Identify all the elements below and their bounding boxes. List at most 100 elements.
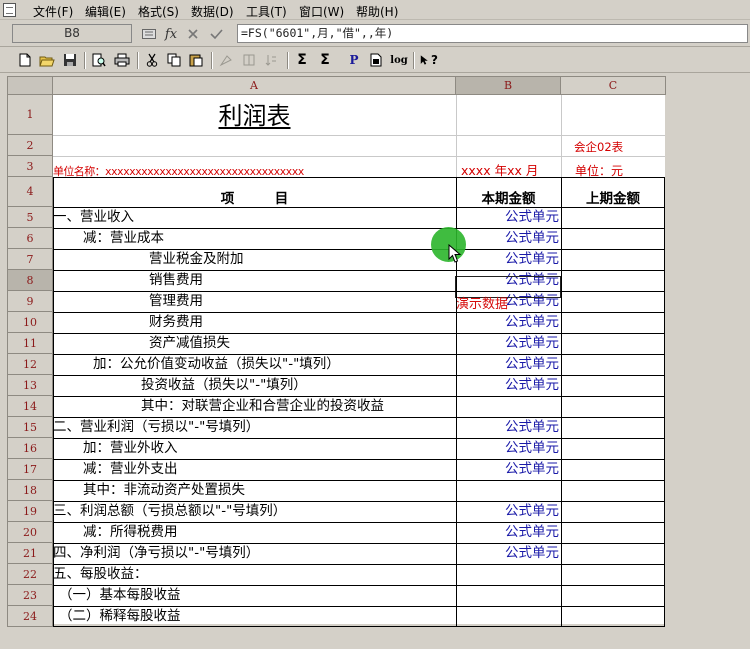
open-folder-icon[interactable] <box>38 51 56 69</box>
select-all-corner[interactable] <box>7 76 53 95</box>
previous-amount-cell[interactable] <box>561 459 665 480</box>
menu-window[interactable]: 窗口(W) <box>299 3 344 20</box>
paste-icon[interactable] <box>187 51 205 69</box>
menu-edit[interactable]: 编辑(E) <box>85 3 126 20</box>
current-amount-cell[interactable]: 公式单元 <box>456 522 560 543</box>
current-amount-cell[interactable]: 公式单元 <box>456 438 560 459</box>
previous-amount-cell[interactable] <box>561 375 665 396</box>
previous-amount-cell[interactable] <box>561 606 665 627</box>
current-amount-cell[interactable]: 公式单元 <box>456 375 560 396</box>
spreadsheet: A B C 1 2 3 4 5 6 7 8 9 10 11 12 13 14 15 16 17 18 19 20 21 2… <box>0 74 750 649</box>
row-header[interactable]: 4 <box>7 177 53 207</box>
previous-amount-cell[interactable] <box>561 501 665 522</box>
current-amount-cell[interactable]: 公式单元 <box>456 228 560 249</box>
context-help-icon[interactable]: ? <box>420 51 438 69</box>
copy-icon[interactable] <box>165 51 183 69</box>
current-amount-cell[interactable]: 公式单元 <box>456 312 560 333</box>
menu-help[interactable]: 帮助(H) <box>356 3 398 20</box>
menu-format[interactable]: 格式(S) <box>138 3 179 20</box>
report-icon[interactable] <box>367 51 385 69</box>
toolbar-separator <box>84 52 86 69</box>
row-header[interactable]: 13 <box>7 375 53 396</box>
row-header[interactable]: 1 <box>7 95 53 135</box>
previous-amount-cell[interactable] <box>561 417 665 438</box>
row-header[interactable]: 16 <box>7 438 53 459</box>
item-label: 财务费用 <box>149 314 203 330</box>
formula-input[interactable]: =FS("6601",月,"借",,年) <box>237 24 748 43</box>
conditional-sum-icon[interactable]: Σ <box>316 51 334 69</box>
current-amount-cell[interactable]: 公式单元 <box>456 249 560 270</box>
row-header[interactable]: 11 <box>7 333 53 354</box>
row-header[interactable]: 3 <box>7 156 53 177</box>
row-header[interactable]: 22 <box>7 564 53 585</box>
previous-amount-cell[interactable] <box>561 354 665 375</box>
previous-amount-cell[interactable] <box>561 228 665 249</box>
previous-amount-cell[interactable] <box>561 585 665 606</box>
sum-icon[interactable]: Σ <box>293 51 311 69</box>
current-amount-cell[interactable]: 公式单元 <box>456 354 560 375</box>
item-label: 投资收益（损失以"-"填列） <box>141 377 307 393</box>
save-icon[interactable] <box>61 51 79 69</box>
current-amount-cell[interactable]: 公式单元 <box>456 501 560 522</box>
row-header[interactable]: 10 <box>7 312 53 333</box>
toolbar-separator <box>413 52 415 69</box>
column-header-c[interactable]: C <box>561 76 666 95</box>
previous-amount-cell[interactable] <box>561 480 665 501</box>
row-header[interactable]: 21 <box>7 543 53 564</box>
row-header[interactable]: 23 <box>7 585 53 606</box>
column-header-a[interactable]: A <box>53 76 456 95</box>
row-header[interactable]: 2 <box>7 135 53 156</box>
column-header-b[interactable]: B <box>456 76 561 95</box>
current-amount-cell[interactable]: 公式单元 <box>456 207 560 228</box>
previous-amount-cell[interactable] <box>561 249 665 270</box>
table-border <box>561 177 562 627</box>
previous-amount-cell[interactable] <box>561 522 665 543</box>
row-header[interactable]: 20 <box>7 522 53 543</box>
row-header[interactable]: 12 <box>7 354 53 375</box>
row-header[interactable]: 18 <box>7 480 53 501</box>
sort-desc-icon[interactable] <box>268 51 286 69</box>
insert-row-icon[interactable] <box>217 51 235 69</box>
confirm-icon[interactable] <box>207 25 225 43</box>
current-amount-cell[interactable]: 公式单元 <box>456 333 560 354</box>
row-header[interactable]: 8 <box>7 270 53 291</box>
page-setup-icon[interactable]: P <box>345 51 363 69</box>
menu-tools[interactable]: 工具(T) <box>246 3 287 20</box>
previous-amount-cell[interactable] <box>561 564 665 585</box>
row-header[interactable]: 24 <box>7 606 53 627</box>
row-header[interactable]: 5 <box>7 207 53 228</box>
current-amount-cell[interactable]: 公式单元 <box>456 543 560 564</box>
row-header[interactable]: 15 <box>7 417 53 438</box>
previous-amount-cell[interactable] <box>561 312 665 333</box>
previous-amount-cell[interactable] <box>561 270 665 291</box>
insert-col-icon[interactable] <box>240 51 258 69</box>
keyboard-icon[interactable] <box>140 25 158 43</box>
menu-data[interactable]: 数据(D) <box>191 3 234 20</box>
current-amount-cell[interactable]: 公式单元 <box>456 459 560 480</box>
row-header[interactable]: 6 <box>7 228 53 249</box>
cut-icon[interactable] <box>143 51 161 69</box>
previous-amount-cell[interactable] <box>561 438 665 459</box>
row-header[interactable]: 7 <box>7 249 53 270</box>
toolbar-separator <box>287 52 289 69</box>
item-label: 营业税金及附加 <box>149 251 244 267</box>
current-amount-cell[interactable]: 公式单元 <box>456 417 560 438</box>
new-file-icon[interactable] <box>16 51 34 69</box>
log-icon[interactable]: log <box>390 51 408 69</box>
cell-reference-box[interactable]: B8 <box>12 24 132 43</box>
previous-amount-cell[interactable] <box>561 396 665 417</box>
row-header[interactable]: 14 <box>7 396 53 417</box>
previous-amount-cell[interactable] <box>561 543 665 564</box>
print-preview-icon[interactable] <box>90 51 108 69</box>
previous-amount-cell[interactable] <box>561 333 665 354</box>
menu-file[interactable]: 文件(F) <box>33 3 73 20</box>
row-header[interactable]: 9 <box>7 291 53 312</box>
previous-amount-cell[interactable] <box>561 207 665 228</box>
row-header[interactable]: 19 <box>7 501 53 522</box>
cancel-icon[interactable] <box>184 25 202 43</box>
row-header[interactable]: 17 <box>7 459 53 480</box>
function-icon[interactable]: fx <box>162 25 180 43</box>
print-icon[interactable] <box>113 51 131 69</box>
previous-amount-cell[interactable] <box>561 291 665 312</box>
toolbar-separator <box>137 52 139 69</box>
